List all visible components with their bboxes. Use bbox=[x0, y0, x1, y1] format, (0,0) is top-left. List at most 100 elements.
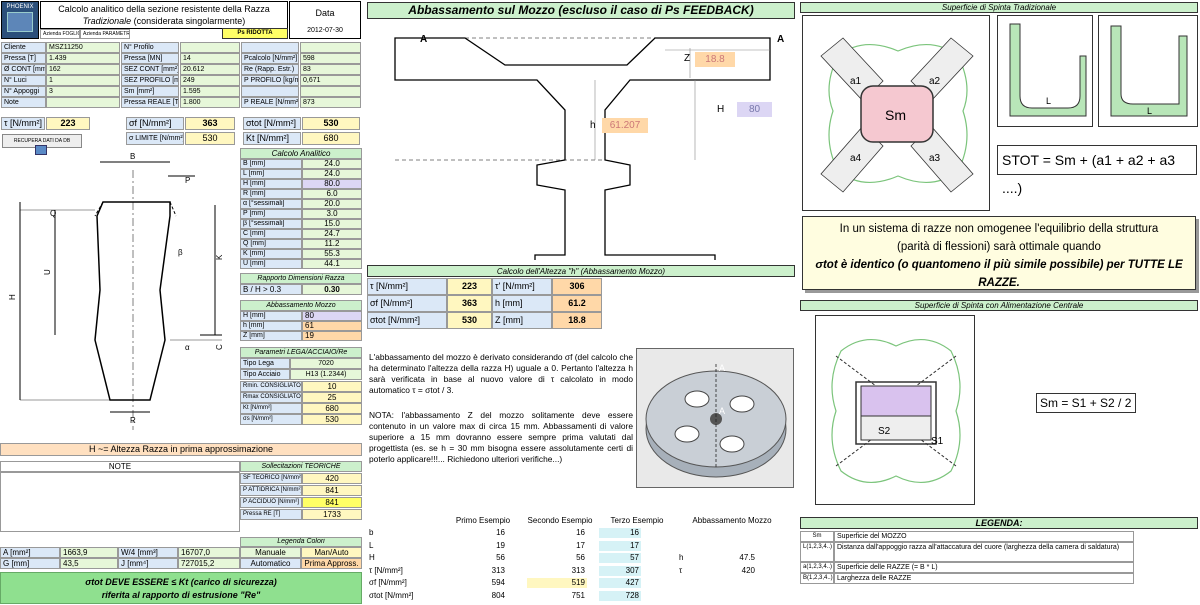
esempi-cell bbox=[712, 591, 757, 601]
esempi-cell: 16 bbox=[496, 528, 505, 537]
legenda-desc: Superficie delle RAZZE (= B * L) bbox=[834, 562, 1134, 573]
row-value[interactable]: 55.3 bbox=[302, 249, 362, 259]
img-label-a1: A bbox=[719, 363, 725, 373]
row-label: R [mm] bbox=[240, 189, 302, 199]
info-cell[interactable]: 3 bbox=[46, 86, 120, 97]
row-value[interactable]: 80.0 bbox=[302, 179, 362, 189]
label-beta: β bbox=[178, 248, 183, 257]
row-label: Q [mm] bbox=[240, 239, 302, 249]
row-value[interactable]: 24.0 bbox=[302, 169, 362, 179]
tipo-lega-select[interactable]: 7020 bbox=[290, 358, 362, 369]
z-label: Z bbox=[684, 53, 691, 64]
esempi-cell: H bbox=[369, 553, 375, 562]
row-label: Z [mm] bbox=[240, 331, 302, 341]
para-1: L'abbassamento del mozzo è derivato cons… bbox=[369, 352, 633, 395]
info-cell[interactable]: 0,671 bbox=[300, 75, 361, 86]
esempi-cell: b bbox=[369, 528, 374, 537]
geo-cell: 1663,9 bbox=[60, 547, 118, 558]
sm-formula: Sm = S1 + S2 / 2 bbox=[1036, 393, 1136, 413]
row-value[interactable]: 20.0 bbox=[302, 199, 362, 209]
tipo-lega-label: Tipo Lega bbox=[240, 358, 290, 369]
info-box-line1: In un sistema di razze non omogenee l'eq… bbox=[839, 223, 1159, 235]
geo-cell: J [mm⁴] bbox=[118, 558, 178, 569]
info-cell[interactable]: 14 bbox=[180, 53, 240, 64]
label-P: P bbox=[185, 176, 190, 185]
info-cell[interactable]: 1 bbox=[46, 75, 120, 86]
mid-title: Abbassamento sul Mozzo (escluso il caso … bbox=[367, 2, 795, 19]
info-cell[interactable]: 1.800 bbox=[180, 97, 240, 108]
calc-h-cell: h [mm] bbox=[492, 295, 552, 312]
esempi-cell: σf [N/mm²] bbox=[369, 578, 407, 587]
para-2: NOTA: l'abbassamento Z del mozzo solitam… bbox=[369, 410, 633, 464]
calc-h-cell: σtot [N/mm²] bbox=[367, 312, 447, 329]
note-area[interactable] bbox=[0, 472, 240, 532]
info-cell[interactable] bbox=[300, 42, 361, 53]
esempi-cell bbox=[712, 528, 757, 538]
info-cell[interactable] bbox=[300, 86, 361, 97]
esempi-cell: 17 bbox=[576, 540, 585, 550]
info-cell: Ø CONT [mm] bbox=[1, 64, 46, 75]
esempi-cell: 56 bbox=[496, 553, 505, 562]
row-label: Pressa RE [T] bbox=[240, 509, 302, 520]
row-value[interactable]: 15.0 bbox=[302, 219, 362, 229]
row-value: 680 bbox=[302, 403, 362, 414]
info-cell[interactable]: 1.595 bbox=[180, 86, 240, 97]
info-cell[interactable]: MSZ11250 bbox=[46, 42, 120, 53]
esempi-cell bbox=[677, 578, 707, 588]
abbassamento-title: Abbassamento Mozzo bbox=[240, 300, 362, 311]
info-cell[interactable]: 873 bbox=[300, 97, 361, 108]
info-grid: Cliente MSZ11250 N° Profilo Pressa [T] 1.439… bbox=[0, 42, 362, 108]
esempi-cell: 594 bbox=[491, 578, 505, 587]
legenda-desc: Larghezza delle RAZZE bbox=[834, 573, 1134, 584]
row-label: h [mm] bbox=[240, 321, 302, 331]
info-cell[interactable]: 162 bbox=[46, 64, 120, 75]
info-cell[interactable]: 20.612 bbox=[180, 64, 240, 75]
info-cell: Re (Rapp. Estr.) bbox=[241, 64, 299, 75]
info-box: In un sistema di razze non omogenee l'eq… bbox=[802, 216, 1196, 290]
central-feed-diagram: S2 S1 bbox=[815, 315, 975, 505]
row-value[interactable]: 11.2 bbox=[302, 239, 362, 249]
info-cell: N° Profilo bbox=[121, 42, 179, 53]
sigma-f-value: 363 bbox=[185, 117, 235, 130]
row-label: P [mm] bbox=[240, 209, 302, 219]
tipo-acciaio-select[interactable]: H13 (1.2344) bbox=[290, 369, 362, 380]
legenda-desc: Superficie del MOZZO bbox=[834, 531, 1134, 542]
row-value[interactable]: 3.0 bbox=[302, 209, 362, 219]
esempi-cell: τ [N/mm²] bbox=[369, 565, 403, 575]
row-value[interactable]: 24.0 bbox=[302, 159, 362, 169]
esempi-header: Terzo Esempio bbox=[610, 516, 664, 525]
info-cell[interactable] bbox=[180, 42, 240, 53]
esempi-cell: 313 bbox=[571, 565, 585, 575]
info-cell[interactable]: 249 bbox=[180, 75, 240, 86]
geo-cell: 16707,0 bbox=[178, 547, 240, 558]
info-cell[interactable] bbox=[46, 97, 120, 108]
row-value: 25 bbox=[302, 392, 362, 403]
info-cell[interactable]: 598 bbox=[300, 53, 361, 64]
legenda-title: LEGENDA: bbox=[800, 517, 1198, 529]
rapporto-value: 0.30 bbox=[302, 284, 362, 295]
legenda-colori-title: Legenda Colori bbox=[240, 537, 362, 547]
row-label: P ACCIDUO [N/mm²] bbox=[240, 497, 302, 508]
esempi-header: Abbassamento Mozzo bbox=[692, 516, 772, 525]
label-alpha: α bbox=[185, 343, 190, 352]
esempi-cell bbox=[677, 591, 707, 601]
row-value[interactable]: 44.1 bbox=[302, 259, 362, 269]
row-value[interactable]: 24.7 bbox=[302, 229, 362, 239]
info-cell[interactable]: 83 bbox=[300, 64, 361, 75]
row-label: H [mm] bbox=[240, 179, 302, 189]
row-value[interactable]: 6.0 bbox=[302, 189, 362, 199]
h-label: h bbox=[590, 120, 596, 131]
h-note: H ~= Altezza Razza in prima approssimazi… bbox=[0, 443, 362, 456]
profile-diagram-1: L bbox=[997, 15, 1093, 127]
info-cell[interactable]: 1.439 bbox=[46, 53, 120, 64]
info-cell: Pcalcolo [N/mm²] bbox=[241, 53, 299, 64]
color-legend-item: Automatico bbox=[240, 558, 301, 569]
ps-ridotta-badge[interactable]: Ps RIDOTTA bbox=[222, 28, 288, 39]
big-h-label: H bbox=[717, 104, 725, 115]
row-label: C [mm] bbox=[240, 229, 302, 239]
esempi-cell bbox=[677, 528, 707, 538]
info-cell: P REALE [N/mm²] bbox=[241, 97, 299, 108]
profile-diagram-2: L bbox=[1098, 15, 1198, 127]
stot-formula: STOT = Sm + (a1 + a2 + a3 ....) bbox=[997, 145, 1197, 196]
geo-cell: 43,5 bbox=[60, 558, 118, 569]
